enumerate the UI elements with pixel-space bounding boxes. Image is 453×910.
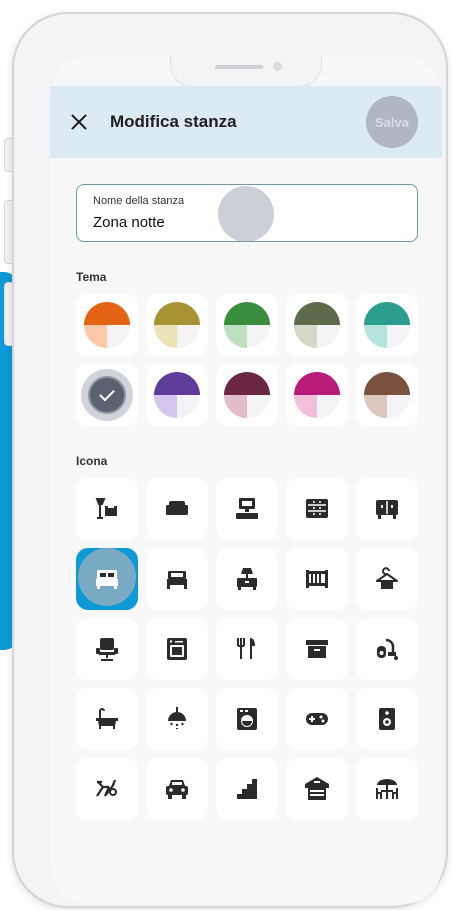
icon-option[interactable]	[216, 688, 278, 750]
speaker-grille	[215, 65, 263, 69]
exercise-bike-icon	[96, 779, 117, 797]
icon-option[interactable]	[146, 618, 208, 680]
color-swatch	[294, 372, 340, 418]
color-swatch	[224, 372, 270, 418]
color-swatch	[224, 302, 270, 348]
garage-icon	[305, 777, 329, 800]
icon-option[interactable]	[356, 478, 418, 540]
theme-swatch[interactable]	[286, 294, 348, 356]
icon-option[interactable]	[356, 688, 418, 750]
page-title: Modifica stanza	[110, 112, 237, 131]
color-swatch	[154, 302, 200, 348]
icon-option[interactable]	[146, 758, 208, 820]
sofa-icon	[166, 501, 188, 515]
app-screen: Modifica stanza Salva Nome della stanza …	[50, 56, 442, 904]
icon-option[interactable]	[216, 758, 278, 820]
washing-machine-icon	[237, 708, 257, 730]
dresser-icon	[306, 499, 328, 518]
theme-swatch[interactable]	[356, 294, 418, 356]
touch-indicator	[218, 186, 274, 242]
color-swatch	[294, 302, 340, 348]
icon-option[interactable]	[216, 478, 278, 540]
theme-swatch[interactable]	[146, 294, 208, 356]
crib-icon	[306, 570, 328, 588]
color-swatch	[364, 302, 410, 348]
icon-option[interactable]	[356, 618, 418, 680]
patio-table-icon	[376, 779, 398, 799]
bathtub-icon	[96, 708, 118, 729]
theme-swatch[interactable]	[286, 364, 348, 426]
single-bed-icon	[167, 571, 187, 589]
icon-option[interactable]	[216, 548, 278, 610]
icon-option[interactable]	[76, 618, 138, 680]
hanger-icon	[376, 567, 398, 589]
theme-swatch[interactable]	[356, 364, 418, 426]
theme-swatch[interactable]	[146, 364, 208, 426]
room-name-label: Nome della stanza	[93, 195, 185, 207]
icon-option[interactable]	[286, 548, 348, 610]
selected-swatch	[88, 376, 126, 414]
color-swatch	[364, 372, 410, 418]
archive-box-icon	[306, 640, 328, 658]
oven-icon	[167, 638, 187, 660]
check-icon	[99, 385, 115, 402]
close-icon[interactable]	[68, 111, 90, 133]
theme-swatch[interactable]	[76, 364, 138, 426]
theme-swatch[interactable]	[216, 364, 278, 426]
color-swatch	[154, 372, 200, 418]
stairs-icon	[237, 779, 257, 799]
icon-option[interactable]	[356, 548, 418, 610]
phone-notch	[170, 56, 322, 87]
theme-label: Tema	[76, 270, 107, 284]
icon-option[interactable]	[146, 478, 208, 540]
save-button[interactable]: Salva	[366, 96, 418, 148]
theme-color-grid	[76, 294, 418, 426]
icon-option[interactable]	[286, 478, 348, 540]
icon-label: Icona	[76, 454, 108, 468]
lamp-chair-icon	[95, 498, 117, 519]
vacuum-icon	[377, 638, 398, 660]
ceiling-lamp-icon	[168, 707, 186, 729]
gamepad-icon	[306, 713, 328, 725]
theme-swatch[interactable]	[216, 294, 278, 356]
icon-option[interactable]	[216, 618, 278, 680]
nightstand-icon	[237, 568, 257, 590]
speaker-icon	[379, 708, 395, 730]
icon-option[interactable]	[76, 478, 138, 540]
color-swatch	[84, 302, 130, 348]
top-bar: Modifica stanza Salva	[50, 86, 442, 158]
icon-option[interactable]	[146, 548, 208, 610]
icon-option[interactable]	[286, 758, 348, 820]
room-name-input[interactable]	[93, 214, 313, 231]
sideboard-icon	[376, 500, 398, 519]
icon-option[interactable]	[76, 758, 138, 820]
office-chair-icon	[96, 638, 118, 661]
desk-icon	[236, 498, 258, 519]
icon-option[interactable]	[76, 688, 138, 750]
icon-option[interactable]	[356, 758, 418, 820]
icon-option[interactable]	[286, 618, 348, 680]
cutlery-icon	[237, 638, 255, 659]
icon-option[interactable]	[146, 688, 208, 750]
front-camera	[273, 62, 282, 71]
icon-option[interactable]	[76, 548, 138, 610]
phone-frame: Modifica stanza Salva Nome della stanza …	[12, 12, 448, 908]
car-icon	[166, 780, 188, 799]
double-bed-icon	[96, 570, 118, 589]
icon-option[interactable]	[286, 688, 348, 750]
theme-swatch[interactable]	[76, 294, 138, 356]
icon-grid	[76, 478, 418, 820]
